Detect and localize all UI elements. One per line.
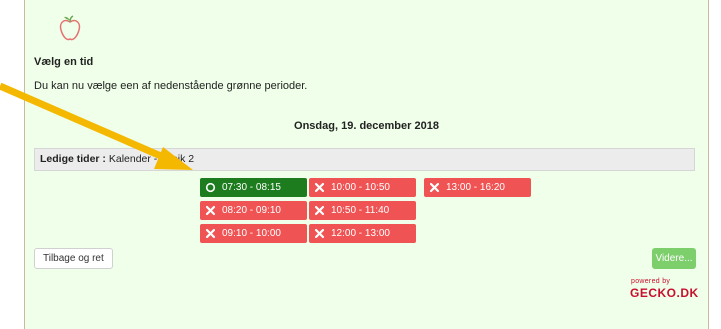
x-icon	[429, 182, 440, 193]
booking-panel: Vælg en tid Du kan nu vælge een af neden…	[24, 0, 709, 329]
time-slot[interactable]: 13:00 - 16:20	[424, 178, 531, 197]
x-icon	[205, 205, 216, 216]
time-slot[interactable]: 10:50 - 11:40	[309, 201, 416, 220]
time-slot-label: 09:10 - 10:00	[222, 228, 281, 239]
back-button[interactable]: Tilbage og ret	[34, 248, 113, 269]
time-slot[interactable]: 12:00 - 13:00	[309, 224, 416, 243]
time-slot-label: 10:50 - 11:40	[331, 205, 390, 216]
filter-label: Ledige tider :	[40, 153, 106, 165]
filter-value: Kalender - Klinik 2	[108, 153, 195, 165]
time-slot-label: 07:30 - 08:15	[222, 182, 281, 193]
powered-by-text: powered by	[631, 278, 671, 285]
time-slot[interactable]: 07:30 - 08:15	[200, 178, 307, 197]
time-slot[interactable]: 09:10 - 10:00	[200, 224, 307, 243]
time-slot[interactable]: 08:20 - 09:10	[200, 201, 307, 220]
x-icon	[314, 182, 325, 193]
brand-logo[interactable]: GECKO.DK	[630, 286, 699, 300]
time-slot-label: 13:00 - 16:20	[446, 182, 505, 193]
time-slot-label: 10:00 - 10:50	[331, 182, 390, 193]
x-icon	[314, 205, 325, 216]
apple-icon	[59, 15, 81, 41]
x-icon	[314, 228, 325, 239]
calendar-filter-bar: Ledige tider : Kalender - Klinik 2	[34, 148, 695, 171]
time-slot-label: 12:00 - 13:00	[331, 228, 390, 239]
x-icon	[205, 228, 216, 239]
radio-icon	[205, 182, 216, 193]
time-slot[interactable]: 10:00 - 10:50	[309, 178, 416, 197]
page-title: Vælg en tid	[34, 56, 94, 68]
next-button[interactable]: Videre...	[652, 248, 696, 269]
time-slot-label: 08:20 - 09:10	[222, 205, 281, 216]
selected-date: Onsdag, 19. december 2018	[294, 120, 439, 132]
instructions-text: Du kan nu vælge een af nedenstående grøn…	[34, 80, 308, 92]
